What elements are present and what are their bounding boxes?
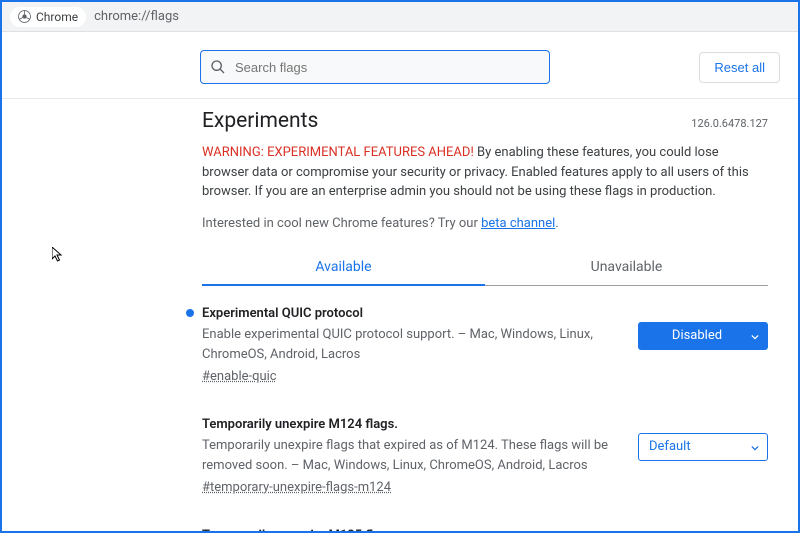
site-badge-label: Chrome xyxy=(36,10,78,24)
content: Experiments 126.0.6478.127 WARNING: EXPE… xyxy=(2,99,798,531)
tab-unavailable[interactable]: Unavailable xyxy=(485,249,768,285)
flag-description: Temporarily unexpire flags that expired … xyxy=(202,436,624,475)
toolbar: Reset all xyxy=(2,32,798,99)
page-title: Experiments xyxy=(202,109,318,133)
flag-item: Temporarily unexpire M124 flags. Tempora… xyxy=(202,407,768,518)
chevron-down-icon xyxy=(751,333,759,341)
tab-available[interactable]: Available xyxy=(202,249,485,285)
search-icon xyxy=(210,59,226,75)
beta-channel-link[interactable]: beta channel xyxy=(481,216,555,231)
chrome-icon xyxy=(18,10,31,23)
tabs: Available Unavailable xyxy=(202,249,768,286)
search-input[interactable] xyxy=(200,50,550,84)
warning-text: WARNING: EXPERIMENTAL FEATURES AHEAD! By… xyxy=(202,143,768,202)
flag-description: Enable experimental QUIC protocol suppor… xyxy=(202,325,624,364)
interest-text: Interested in cool new Chrome features? … xyxy=(202,216,768,231)
flag-item: Experimental QUIC protocol Enable experi… xyxy=(202,304,768,407)
site-badge: Chrome xyxy=(10,7,86,27)
chevron-down-icon xyxy=(751,444,759,452)
flag-title: Temporarily unexpire M124 flags. xyxy=(202,415,624,435)
flag-anchor-link[interactable]: #temporary-unexpire-flags-m124 xyxy=(202,480,391,495)
flag-select[interactable]: Default xyxy=(638,433,768,461)
flag-anchor-link[interactable]: #enable-quic xyxy=(202,369,277,384)
flag-item: Temporarily unexpire M125 flags. Tempora… xyxy=(202,518,768,532)
url-text[interactable]: chrome://flags xyxy=(94,9,179,24)
search-wrap xyxy=(200,50,550,84)
warning-prefix: WARNING: EXPERIMENTAL FEATURES AHEAD! xyxy=(202,145,474,160)
flag-select[interactable]: Disabled xyxy=(638,322,768,350)
reset-all-button[interactable]: Reset all xyxy=(699,52,780,83)
title-row: Experiments 126.0.6478.127 xyxy=(202,109,768,133)
flags-list: Experimental QUIC protocol Enable experi… xyxy=(202,304,768,532)
address-bar: Chrome chrome://flags xyxy=(2,2,798,32)
version-text: 126.0.6478.127 xyxy=(691,117,768,130)
modified-dot-icon xyxy=(186,309,194,317)
flag-title: Temporarily unexpire M125 flags. xyxy=(202,526,624,532)
flag-title: Experimental QUIC protocol xyxy=(202,304,624,324)
